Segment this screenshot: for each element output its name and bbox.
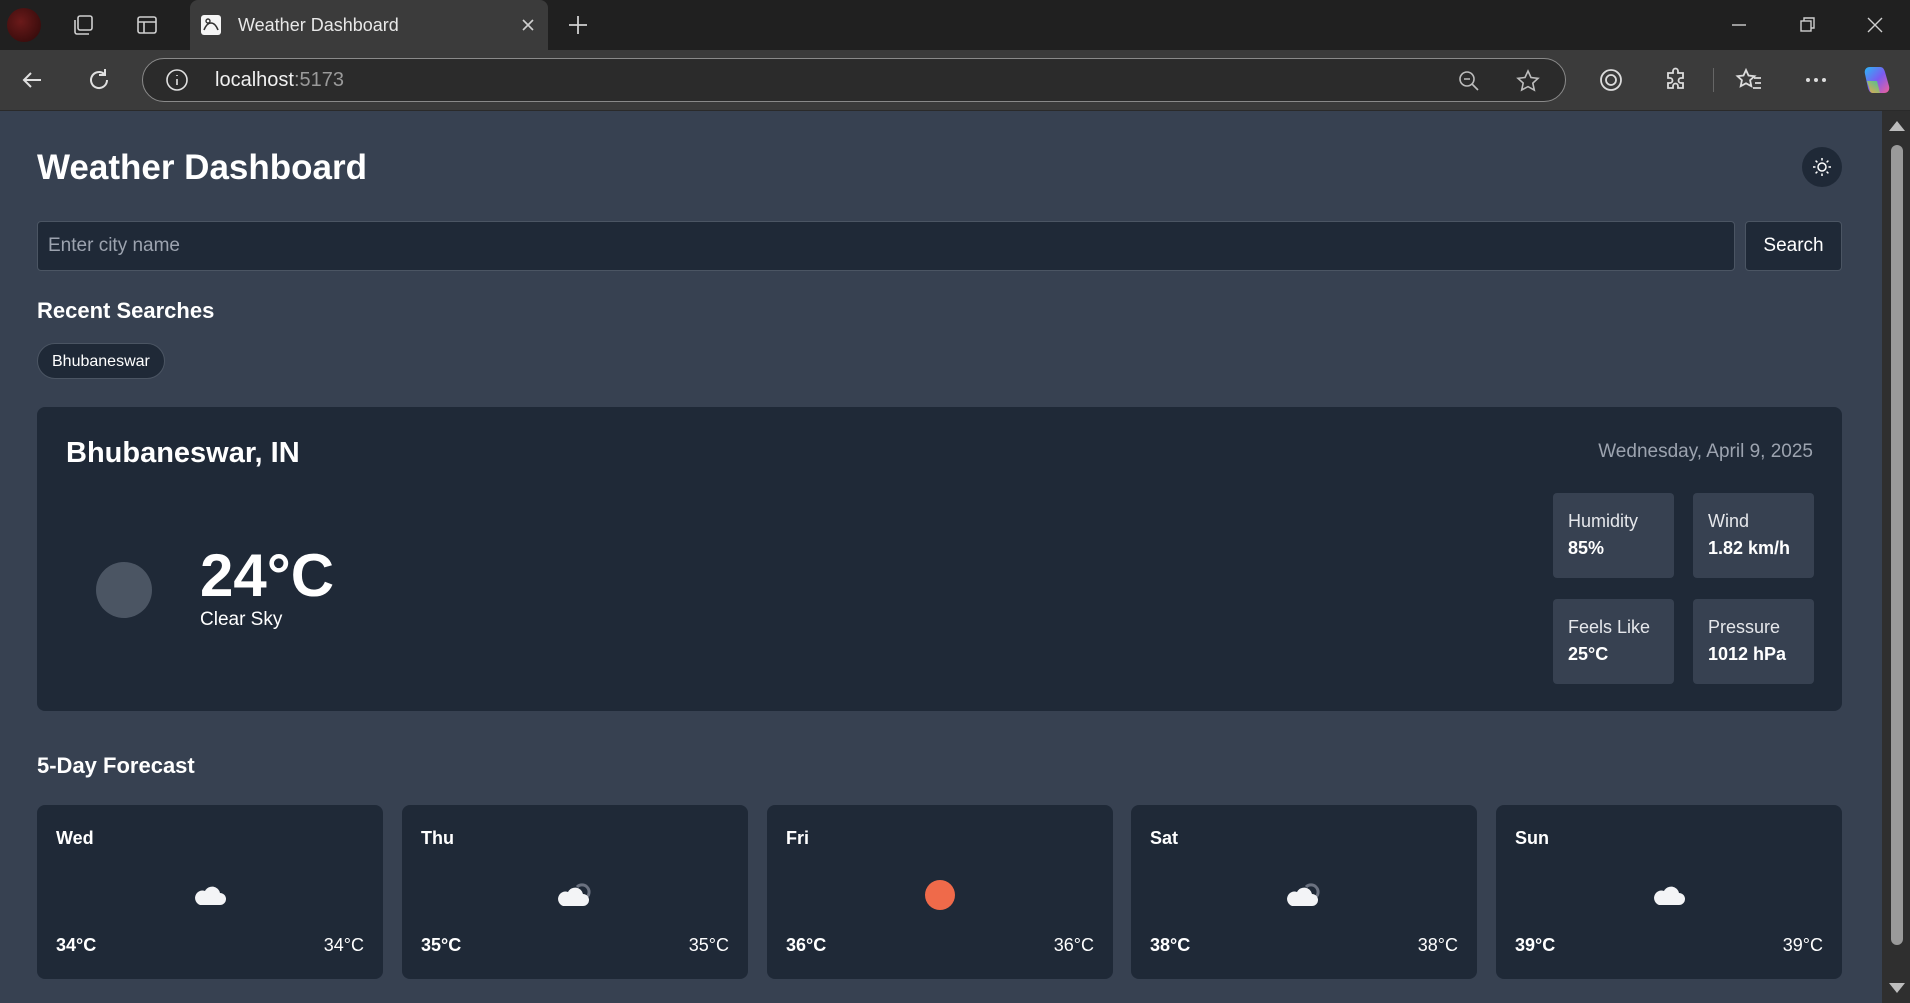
favorite-star-icon[interactable] <box>1515 68 1541 94</box>
forecast-day: Sun <box>1515 828 1549 848</box>
reload-icon[interactable] <box>84 65 114 95</box>
forecast-day: Wed <box>56 828 94 848</box>
forecast-day: Thu <box>421 828 454 848</box>
current-weather-card: Bhubaneswar, IN Wednesday, April 9, 2025… <box>37 407 1842 711</box>
tab-title: Weather Dashboard <box>238 15 399 35</box>
profile-avatar[interactable] <box>7 8 41 42</box>
weather-description: Clear Sky <box>200 609 283 630</box>
scroll-up-icon[interactable] <box>1889 121 1905 131</box>
forecast-high: 36°C <box>786 935 827 955</box>
page-viewport: Weather Dashboard Search Recent Searches… <box>0 111 1882 1003</box>
forecast-day: Sat <box>1150 828 1179 848</box>
search-button[interactable]: Search <box>1745 221 1842 271</box>
page-scrollbar[interactable] <box>1882 111 1910 1003</box>
forecast-low: 38°C <box>1417 935 1458 955</box>
weather-icon <box>96 562 152 618</box>
stat-label: Pressure <box>1708 617 1781 637</box>
restore-icon[interactable] <box>1796 14 1818 36</box>
cloud-icon <box>1654 886 1685 905</box>
forecast-day: Fri <box>786 828 810 848</box>
favorites-icon[interactable] <box>1735 66 1763 94</box>
toolbar-separator <box>1713 68 1714 92</box>
forecast-heading: 5-Day Forecast <box>37 753 195 778</box>
forecast-high: 34°C <box>56 935 97 955</box>
stat-value: 1.82 km/h <box>1708 538 1791 558</box>
forecast-card: Wed 34°C 34°C <box>37 805 383 979</box>
humidity-stat: Humidity 85% <box>1553 493 1674 578</box>
stat-value: 1012 hPa <box>1708 644 1787 664</box>
browser-address-bar: localhost:5173 <box>0 50 1910 111</box>
back-icon[interactable] <box>17 65 47 95</box>
forecast-card: Thu 35°C 35°C <box>402 805 748 979</box>
city-search-input[interactable] <box>37 221 1735 271</box>
weather-favicon-icon <box>201 15 221 35</box>
forecast-high: 38°C <box>1150 935 1191 955</box>
close-tab-icon[interactable] <box>518 15 538 35</box>
extensions-icon[interactable] <box>1662 66 1690 94</box>
feels-like-stat: Feels Like 25°C <box>1553 599 1674 684</box>
close-window-icon[interactable] <box>1864 14 1886 36</box>
url-text[interactable]: localhost:5173 <box>215 69 344 92</box>
forecast-low: 34°C <box>323 935 364 955</box>
new-tab-icon[interactable] <box>566 13 590 37</box>
browser-essentials-icon[interactable] <box>1597 66 1625 94</box>
sun-icon <box>925 880 955 910</box>
stat-label: Humidity <box>1568 511 1639 531</box>
forecast-low: 36°C <box>1053 935 1094 955</box>
cloudy-night-icon <box>1287 883 1320 906</box>
scrollbar-thumb[interactable] <box>1891 145 1903 945</box>
cloud-icon <box>195 886 226 905</box>
cloudy-night-icon <box>558 883 591 906</box>
theme-toggle-button[interactable] <box>1802 147 1842 187</box>
zoom-out-icon[interactable] <box>1456 68 1482 94</box>
site-info-icon[interactable] <box>165 68 189 92</box>
forecast-low: 39°C <box>1782 935 1823 955</box>
pressure-stat: Pressure 1012 hPa <box>1693 599 1814 684</box>
wind-stat: Wind 1.82 km/h <box>1693 493 1814 578</box>
tab-weather-dashboard[interactable]: Weather Dashboard <box>190 0 548 50</box>
minimize-icon[interactable] <box>1728 14 1750 36</box>
forecast-low: 35°C <box>688 935 729 955</box>
forecast-high: 39°C <box>1515 935 1556 955</box>
forecast-card: Sun 39°C 39°C <box>1496 805 1842 979</box>
recent-searches-heading: Recent Searches <box>37 298 215 323</box>
stat-label: Feels Like <box>1568 617 1651 637</box>
sun-icon <box>1813 158 1831 176</box>
tab-actions-icon[interactable] <box>135 13 159 37</box>
current-date: Wednesday, April 9, 2025 <box>1598 441 1813 462</box>
recent-search-chip[interactable]: Bhubaneswar <box>37 343 165 379</box>
stat-value: 25°C <box>1568 644 1609 664</box>
forecast-card: Sat 38°C 38°C <box>1131 805 1477 979</box>
page-title: Weather Dashboard <box>37 148 367 187</box>
workspaces-icon[interactable] <box>71 13 95 37</box>
more-menu-icon[interactable] <box>1802 66 1830 94</box>
stat-label: Wind <box>1708 511 1750 531</box>
location-name: Bhubaneswar, IN <box>66 437 300 469</box>
address-bar[interactable]: localhost:5173 <box>142 58 1566 102</box>
browser-tab-bar: Weather Dashboard <box>0 0 1910 50</box>
stat-value: 85% <box>1568 538 1605 558</box>
current-temperature: 24°C <box>200 542 335 609</box>
forecast-high: 35°C <box>421 935 462 955</box>
scroll-down-icon[interactable] <box>1889 983 1905 993</box>
copilot-icon[interactable] <box>1861 63 1895 97</box>
forecast-card: Fri 36°C 36°C <box>767 805 1113 979</box>
